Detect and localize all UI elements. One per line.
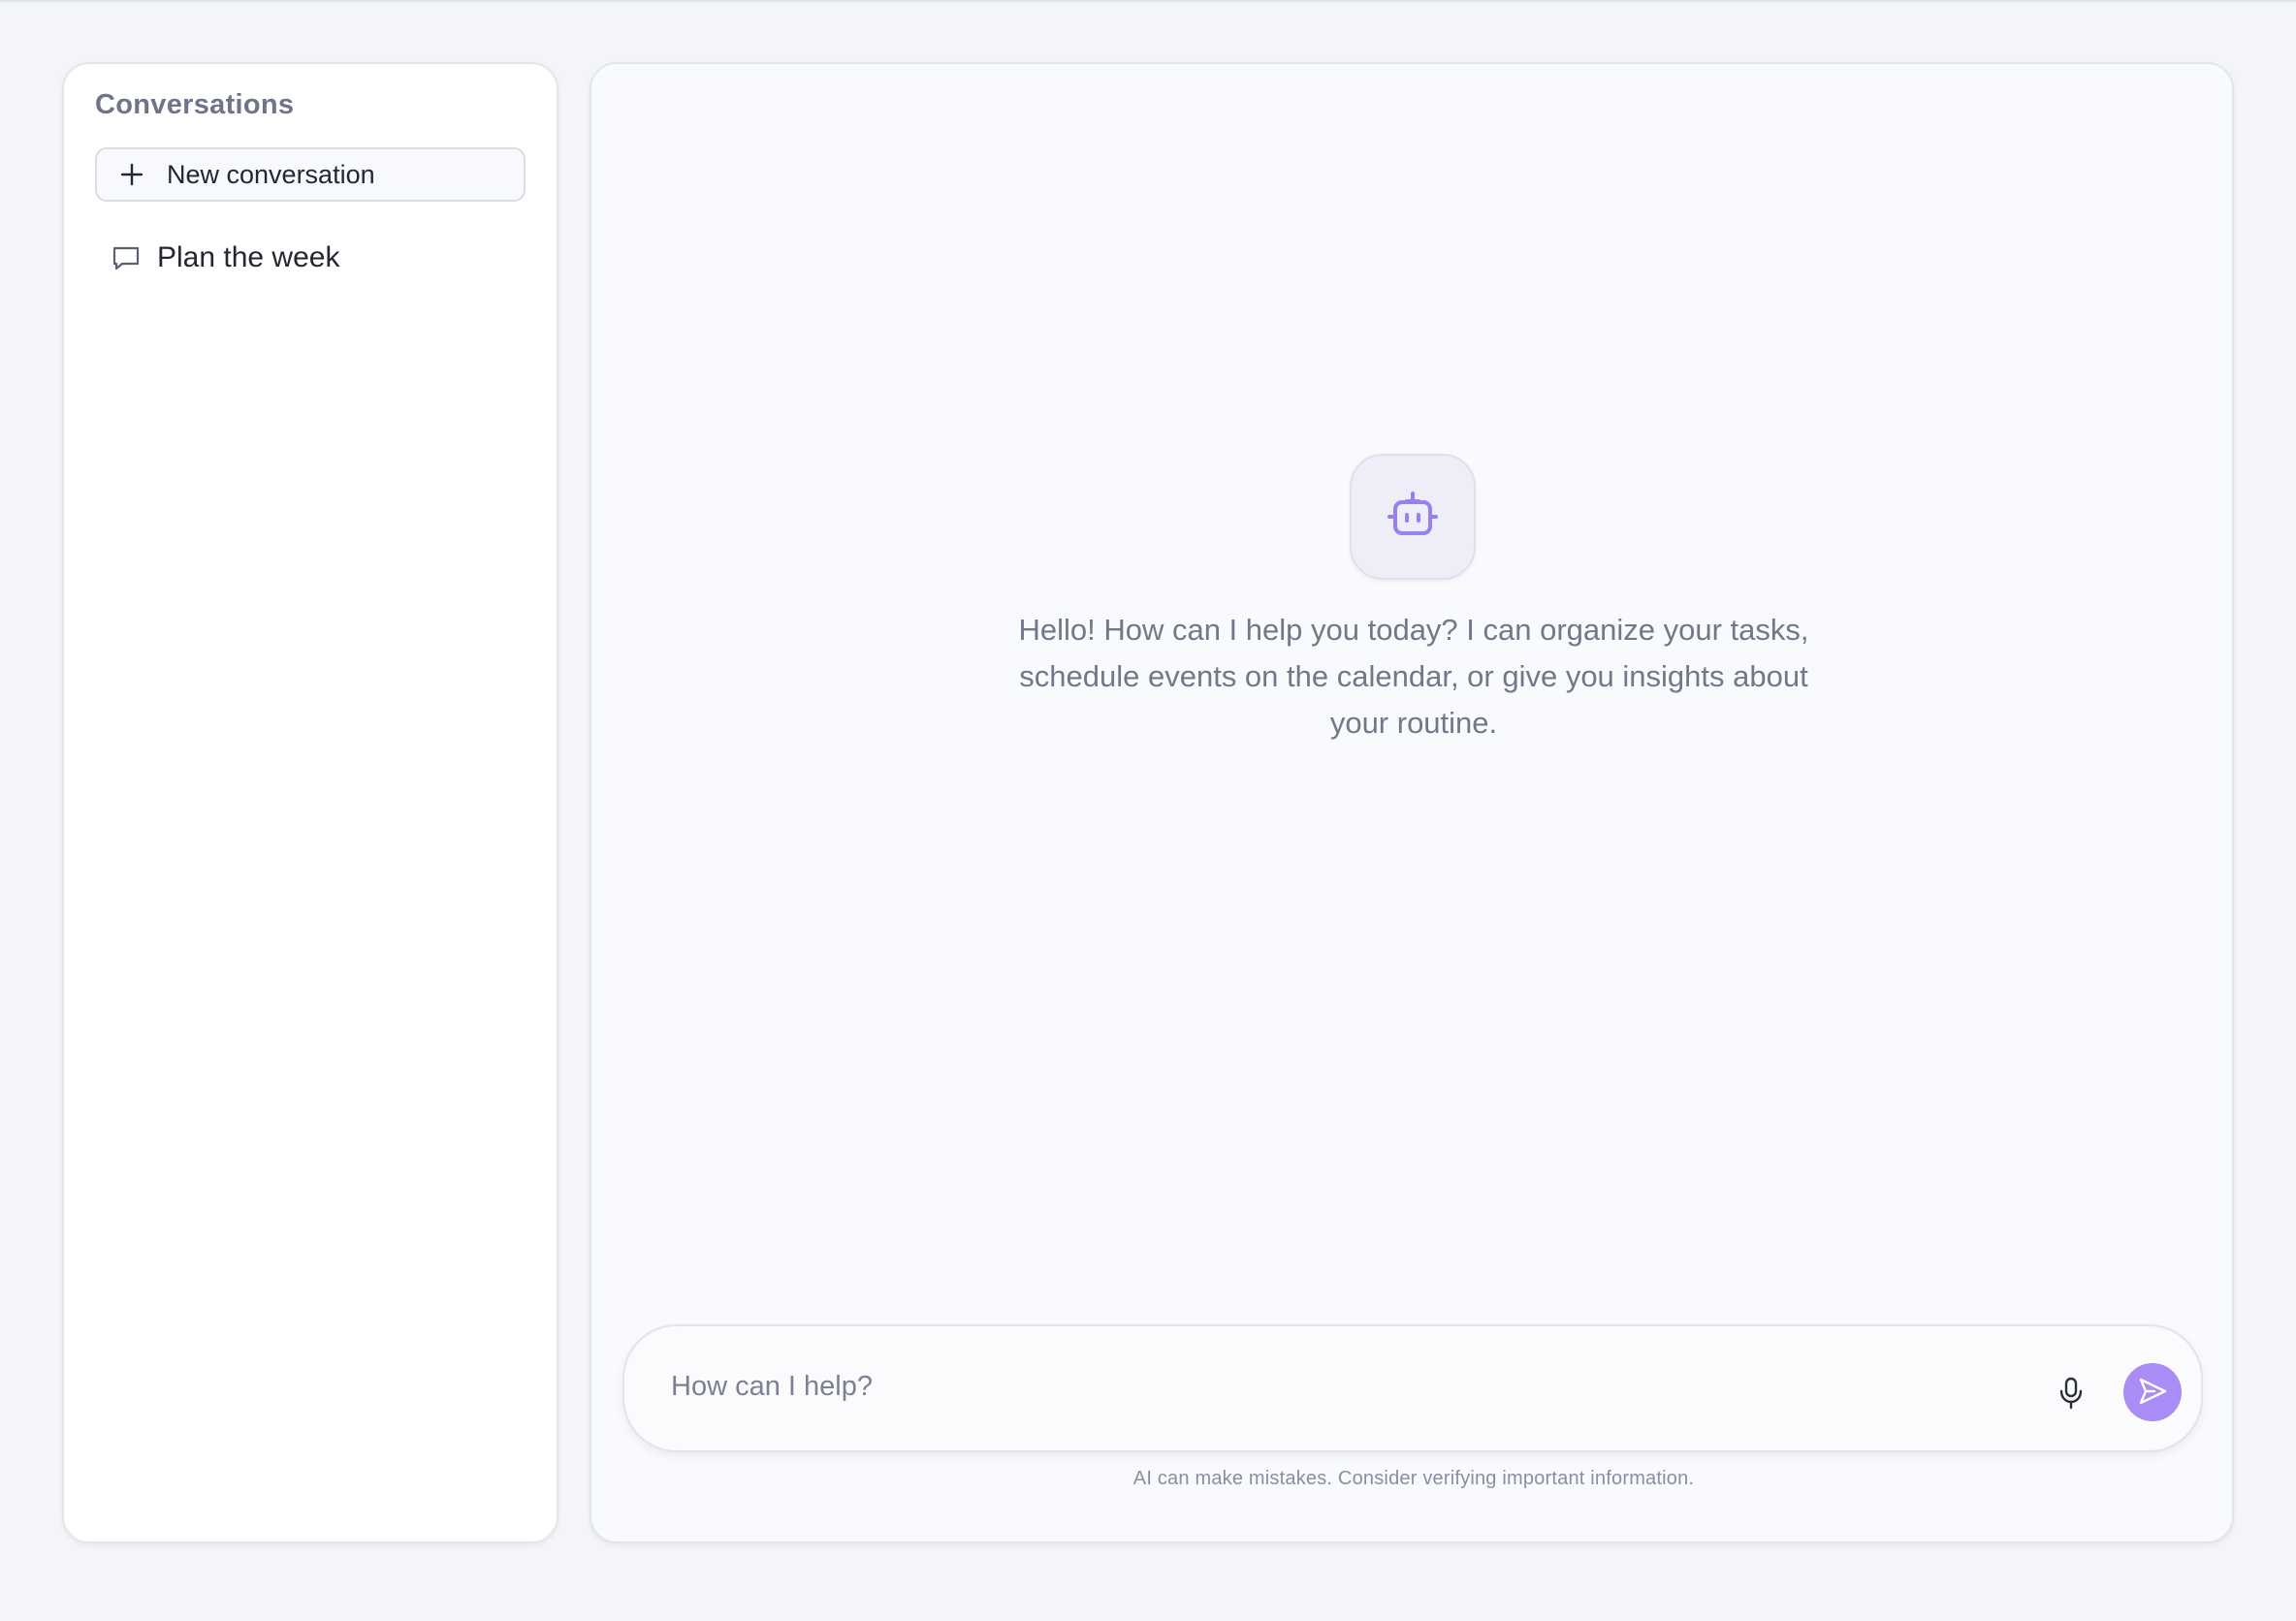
new-conversation-button[interactable]: New conversation [95, 147, 526, 202]
chat-bubble-icon [111, 242, 142, 273]
chat-panel: Hello! How can I help you today? I can o… [590, 62, 2234, 1543]
send-icon [2137, 1376, 2168, 1410]
ai-disclaimer: AI can make mistakes. Consider verifying… [1132, 1468, 1695, 1489]
window-top-border [0, 0, 2296, 2]
new-conversation-label: New conversation [167, 159, 375, 189]
message-input[interactable] [671, 1359, 2009, 1414]
microphone-icon [2057, 1377, 2085, 1413]
send-button[interactable] [2123, 1363, 2182, 1421]
assistant-avatar [1350, 454, 1476, 580]
plus-icon [118, 161, 145, 188]
conversations-sidebar: Conversations New conversation Plan the … [62, 62, 558, 1543]
assistant-greeting: Hello! How can I help you today? I can o… [1018, 613, 1809, 740]
conversation-item-plan-the-week[interactable]: Plan the week [95, 231, 526, 285]
sidebar-title: Conversations [95, 89, 295, 120]
conversation-item-label: Plan the week [157, 241, 340, 273]
bot-icon [1384, 486, 1442, 549]
microphone-button[interactable] [2052, 1375, 2090, 1414]
message-composer [622, 1324, 2203, 1452]
